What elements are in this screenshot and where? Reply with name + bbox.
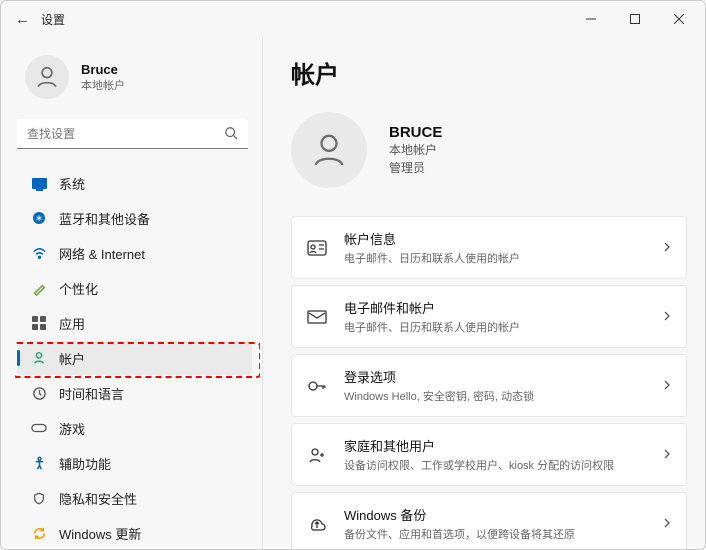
accessibility-icon xyxy=(31,456,47,471)
sidebar-item-label: 应用 xyxy=(59,314,85,333)
search-input[interactable] xyxy=(17,119,248,149)
sidebar-item-apps[interactable]: 应用 xyxy=(17,306,252,340)
apps-icon xyxy=(31,316,47,330)
back-button[interactable]: ← xyxy=(15,11,37,28)
brush-icon xyxy=(31,281,47,296)
sidebar-item-label: 帐户 xyxy=(59,349,85,368)
user-icon xyxy=(31,351,47,365)
wifi-icon xyxy=(31,246,47,261)
account-summary: BRUCE 本地帐户 管理员 xyxy=(291,112,687,188)
card-email-accounts[interactable]: 电子邮件和帐户 电子邮件、日历和联系人使用的帐户 xyxy=(291,285,687,348)
sidebar-item-label: Windows 更新 xyxy=(59,524,141,543)
update-icon xyxy=(31,526,47,541)
app-title: 设置 xyxy=(41,11,65,28)
card-title: 电子邮件和帐户 xyxy=(344,298,646,317)
sidebar-item-label: 辅助功能 xyxy=(59,454,111,473)
key-icon xyxy=(306,378,328,394)
user-type: 本地帐户 xyxy=(81,77,125,93)
card-title: 家庭和其他用户 xyxy=(344,436,646,455)
card-title: Windows 备份 xyxy=(344,505,646,524)
sidebar-item-personalization[interactable]: 个性化 xyxy=(17,271,252,305)
avatar-large-icon xyxy=(291,112,367,188)
sidebar-item-accounts[interactable]: 帐户 xyxy=(17,341,252,375)
card-account-info[interactable]: 帐户信息 电子邮件、日历和联系人使用的帐户 xyxy=(291,216,687,279)
sidebar-item-label: 网络 & Internet xyxy=(59,244,145,263)
sidebar-item-label: 蓝牙和其他设备 xyxy=(59,209,150,228)
close-button[interactable] xyxy=(657,5,701,33)
add-user-icon xyxy=(306,446,328,464)
display-icon xyxy=(31,178,47,189)
sidebar-item-privacy[interactable]: 隐私和安全性 xyxy=(17,481,252,515)
current-user-block[interactable]: Bruce 本地帐户 xyxy=(15,43,260,115)
sidebar-item-label: 个性化 xyxy=(59,279,98,298)
sidebar-item-windows-update[interactable]: Windows 更新 xyxy=(17,516,252,549)
bluetooth-icon: ∗ xyxy=(31,212,47,224)
sidebar-item-system[interactable]: 系统 xyxy=(17,166,252,200)
sidebar-item-label: 游戏 xyxy=(59,419,85,438)
card-windows-backup[interactable]: Windows 备份 备份文件、应用和首选项，以便跨设备将其还原 xyxy=(291,492,687,549)
gamepad-icon xyxy=(31,421,47,435)
card-title: 帐户信息 xyxy=(344,229,646,248)
id-card-icon xyxy=(306,240,328,256)
card-desc: Windows Hello, 安全密钥, 密码, 动态锁 xyxy=(344,388,646,404)
mail-icon xyxy=(306,310,328,324)
sidebar-item-label: 隐私和安全性 xyxy=(59,489,137,508)
maximize-button[interactable] xyxy=(613,5,657,33)
sidebar-item-network[interactable]: 网络 & Internet xyxy=(17,236,252,270)
sidebar-item-time-language[interactable]: 时间和语言 xyxy=(17,376,252,410)
clock-language-icon xyxy=(31,386,47,401)
chevron-right-icon xyxy=(662,446,672,464)
search-box[interactable] xyxy=(17,119,248,149)
chevron-right-icon xyxy=(662,239,672,257)
account-type: 本地帐户 xyxy=(389,141,442,159)
card-desc: 设备访问权限、工作或学校用户、kiosk 分配的访问权限 xyxy=(344,457,646,473)
sidebar-item-gaming[interactable]: 游戏 xyxy=(17,411,252,445)
chevron-right-icon xyxy=(662,377,672,395)
shield-icon xyxy=(31,491,47,506)
card-desc: 电子邮件、日历和联系人使用的帐户 xyxy=(344,250,646,266)
backup-icon xyxy=(306,516,328,532)
minimize-button[interactable] xyxy=(569,5,613,33)
account-role: 管理员 xyxy=(389,159,442,177)
card-desc: 电子邮件、日历和联系人使用的帐户 xyxy=(344,319,646,335)
sidebar-item-label: 时间和语言 xyxy=(59,384,124,403)
chevron-right-icon xyxy=(662,515,672,533)
sidebar-item-accessibility[interactable]: 辅助功能 xyxy=(17,446,252,480)
card-family-other-users[interactable]: 家庭和其他用户 设备访问权限、工作或学校用户、kiosk 分配的访问权限 xyxy=(291,423,687,486)
account-display-name: BRUCE xyxy=(389,124,442,141)
chevron-right-icon xyxy=(662,308,672,326)
sidebar-item-bluetooth[interactable]: ∗ 蓝牙和其他设备 xyxy=(17,201,252,235)
avatar-icon xyxy=(25,55,69,99)
user-name: Bruce xyxy=(81,62,125,77)
card-signin-options[interactable]: 登录选项 Windows Hello, 安全密钥, 密码, 动态锁 xyxy=(291,354,687,417)
page-title: 帐户 xyxy=(291,55,687,90)
sidebar-item-label: 系统 xyxy=(59,174,85,193)
search-icon xyxy=(224,126,238,145)
card-desc: 备份文件、应用和首选项，以便跨设备将其还原 xyxy=(344,526,646,542)
card-title: 登录选项 xyxy=(344,367,646,386)
